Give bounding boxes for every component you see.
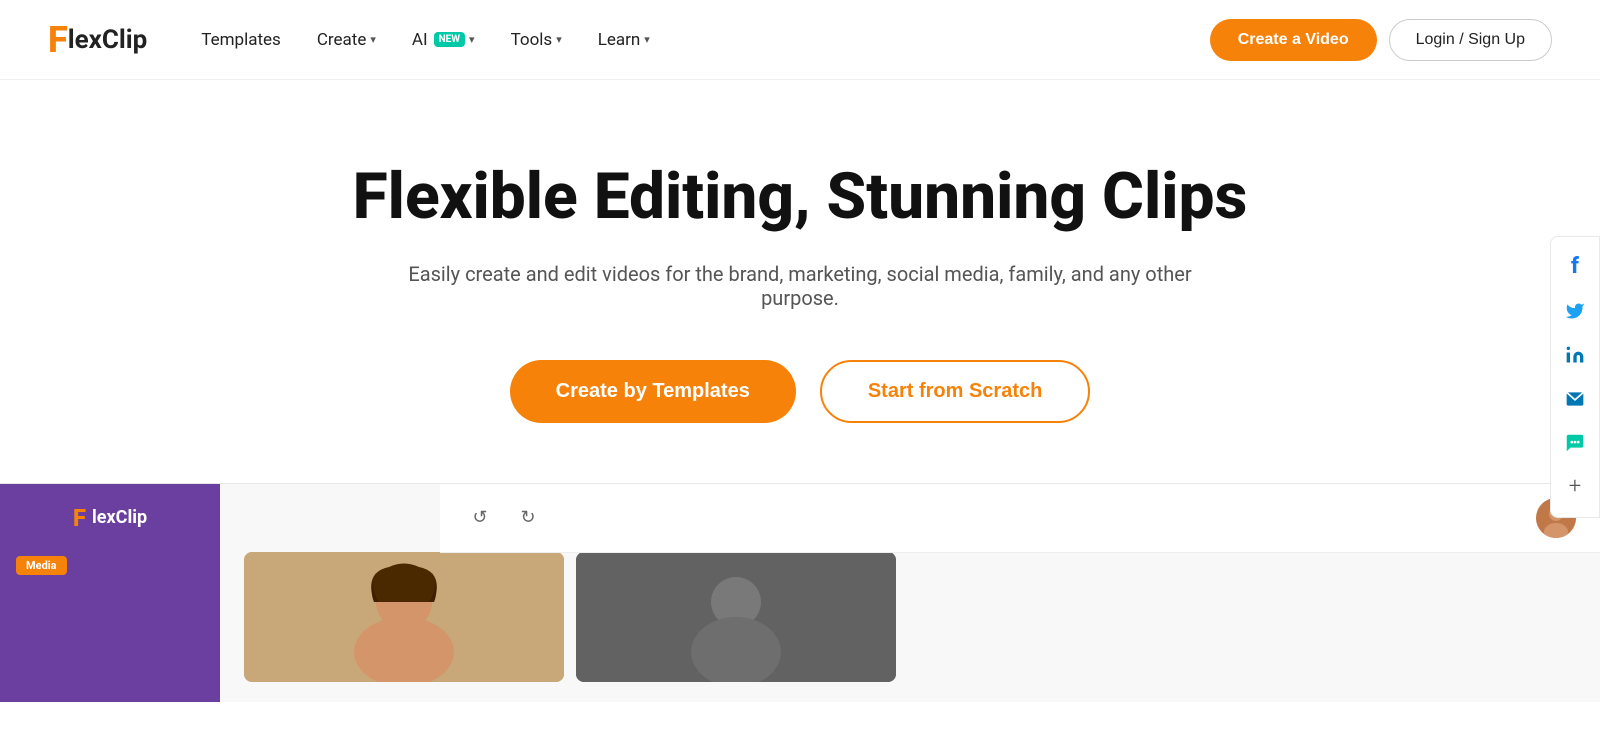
ai-chevron-icon: ▾ [469,33,475,46]
nav-create[interactable]: Create ▾ [303,22,390,58]
chat-svg [1564,432,1586,454]
hero-subtitle: Easily create and edit videos for the br… [400,262,1200,310]
editor-logo: F lexClip [73,504,147,532]
redo-button[interactable]: ↻ [512,502,544,534]
more-icon[interactable]: + [1557,469,1593,505]
twitter-svg [1565,301,1585,321]
nav-right: Create a Video Login / Sign Up [1210,19,1552,61]
undo-button[interactable]: ↺ [464,502,496,534]
editor-toolbar: ↺ ↻ [440,484,1600,553]
thumb-svg-1 [244,552,564,682]
login-button[interactable]: Login / Sign Up [1389,19,1552,61]
editor-media-badge: Media [16,556,67,575]
thumb-image-2 [576,552,896,682]
email-svg [1565,389,1585,409]
logo-text: lexClip [68,27,148,53]
tools-chevron-icon: ▾ [556,33,562,46]
linkedin-icon[interactable] [1557,337,1593,373]
templates-label: Templates [201,30,281,50]
editor-logo-f: F [73,504,86,532]
linkedin-svg [1565,345,1585,365]
twitter-icon[interactable] [1557,293,1593,329]
nav-templates[interactable]: Templates [187,22,295,58]
nav-ai[interactable]: AI NEW ▾ [398,22,489,58]
ai-label: AI [412,30,428,50]
facebook-icon[interactable]: f [1557,249,1593,285]
start-from-scratch-button[interactable]: Start from Scratch [820,360,1091,423]
thumb-image-1 [244,552,564,682]
learn-label: Learn [598,30,641,50]
email-icon[interactable] [1557,381,1593,417]
nav-learn[interactable]: Learn ▾ [584,22,664,58]
editor-preview: F lexClip Media ↺ ↻ [0,483,1600,702]
nav-tools[interactable]: Tools ▾ [497,22,576,58]
thumb-svg-2 [576,552,896,682]
editor-sidebar: F lexClip Media [0,484,220,702]
facebook-letter: f [1571,254,1579,279]
chat-icon[interactable] [1557,425,1593,461]
hero-title: Flexible Editing, Stunning Clips [353,160,1248,234]
navbar: F lexClip Templates Create ▾ AI NEW ▾ To… [0,0,1600,80]
social-sidebar: f + [1550,236,1600,518]
nav-items: Templates Create ▾ AI NEW ▾ Tools ▾ Lear… [187,22,1209,58]
create-label: Create [317,30,367,50]
learn-chevron-icon: ▾ [644,33,650,46]
plus-sign: + [1569,474,1581,499]
video-thumbnail-1[interactable] [244,552,564,682]
editor-logo-text: lexClip [92,507,147,528]
create-chevron-icon: ▾ [370,33,376,46]
hero-section: Flexible Editing, Stunning Clips Easily … [0,80,1600,483]
video-thumbnail-2[interactable] [576,552,896,682]
ai-new-badge: NEW [434,32,465,47]
tools-label: Tools [511,30,553,50]
create-video-button[interactable]: Create a Video [1210,19,1377,61]
create-by-templates-button[interactable]: Create by Templates [510,360,796,423]
hero-buttons: Create by Templates Start from Scratch [510,360,1091,423]
logo-f: F [48,22,68,58]
logo[interactable]: F lexClip [48,22,147,58]
